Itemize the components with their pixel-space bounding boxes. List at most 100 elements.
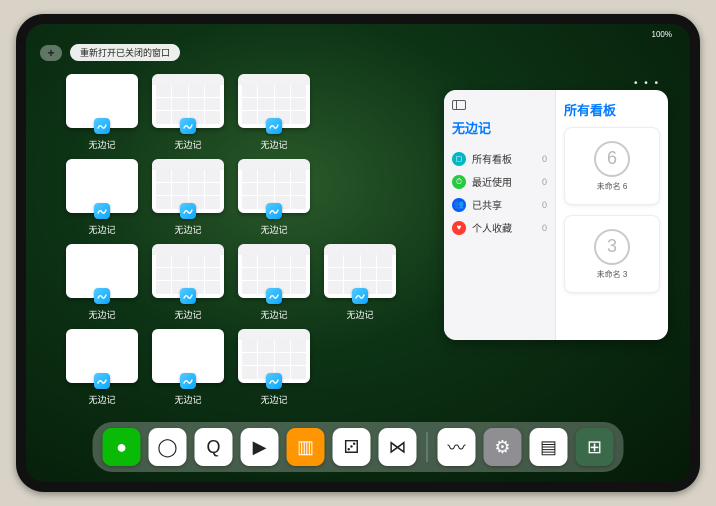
dock-settings-icon[interactable]: ⚙ xyxy=(484,428,522,466)
dock-play-icon[interactable]: ▶ xyxy=(241,428,279,466)
freeform-app-icon xyxy=(266,118,282,134)
sidebar-item-count: 0 xyxy=(542,200,547,210)
app-window-label: 无边记 xyxy=(260,138,287,151)
sidebar-item-label: 所有看板 xyxy=(472,151,542,166)
app-window-card[interactable]: 无边记 xyxy=(152,329,224,406)
window-thumbnail[interactable] xyxy=(238,159,310,213)
dock-books-icon[interactable]: ▥ xyxy=(287,428,325,466)
reopen-window-pill[interactable]: 重新打开已关闭的窗口 xyxy=(70,44,180,61)
new-window-button[interactable]: + xyxy=(40,45,62,61)
app-window-label: 无边记 xyxy=(88,138,115,151)
panel-right-title: 所有看板 xyxy=(564,100,660,119)
app-window-card[interactable]: 无边记 xyxy=(66,74,138,151)
sidebar-item-count: 0 xyxy=(542,177,547,187)
app-window-label: 无边记 xyxy=(260,393,287,406)
app-window-label: 无边记 xyxy=(88,308,115,321)
window-thumbnail[interactable] xyxy=(66,74,138,128)
window-thumbnail[interactable] xyxy=(152,159,224,213)
freeform-app-icon xyxy=(94,288,110,304)
board-thumbnail: 6 xyxy=(594,141,630,177)
panel-sidebar: 无边记 ◻所有看板0⏱最近使用0👥已共享0♥个人收藏0 xyxy=(444,90,556,340)
app-window-card[interactable]: 无边记 xyxy=(152,74,224,151)
app-window-card[interactable]: 无边记 xyxy=(238,244,310,321)
app-window-card[interactable]: 无边记 xyxy=(238,329,310,406)
app-window-card[interactable]: 无边记 xyxy=(238,159,310,236)
app-window-label: 无边记 xyxy=(260,223,287,236)
app-window-card[interactable]: 无边记 xyxy=(324,244,396,321)
app-window-label: 无边记 xyxy=(346,308,373,321)
dock-qqbrowser-icon[interactable]: Q xyxy=(195,428,233,466)
freeform-app-icon xyxy=(180,288,196,304)
ipad-frame: 100% + 重新打开已关闭的窗口 无边记无边记无边记无边记无边记无边记无边记无… xyxy=(16,14,700,492)
sidebar-item-label: 已共享 xyxy=(472,197,542,212)
freeform-app-icon xyxy=(94,373,110,389)
window-thumbnail[interactable] xyxy=(238,329,310,383)
dock-dice-icon[interactable]: ⚂ xyxy=(333,428,371,466)
window-thumbnail[interactable] xyxy=(66,329,138,383)
screen: 100% + 重新打开已关闭的窗口 无边记无边记无边记无边记无边记无边记无边记无… xyxy=(26,24,690,482)
sidebar-item-icon: ◻ xyxy=(452,152,466,166)
sidebar-item-count: 0 xyxy=(542,223,547,233)
app-window-label: 无边记 xyxy=(260,308,287,321)
sidebar-item[interactable]: 👥 已共享0 xyxy=(452,193,547,216)
dock-separator xyxy=(427,432,428,462)
app-window-card[interactable]: 无边记 xyxy=(152,244,224,321)
freeform-app-icon xyxy=(94,203,110,219)
panel-more-icon[interactable]: • • • xyxy=(634,78,660,89)
window-thumbnail[interactable] xyxy=(324,244,396,298)
sidebar-item-count: 0 xyxy=(542,154,547,164)
app-window-label: 无边记 xyxy=(88,393,115,406)
app-window-label: 无边记 xyxy=(174,223,201,236)
app-window-card[interactable]: 无边记 xyxy=(66,329,138,406)
window-thumbnail[interactable] xyxy=(238,244,310,298)
freeform-app-icon xyxy=(180,373,196,389)
app-switcher-grid: 无边记无边记无边记无边记无边记无边记无边记无边记无边记无边记无边记无边记无边记 xyxy=(66,74,406,406)
dock-notes-icon[interactable]: ▤ xyxy=(530,428,568,466)
app-window-card[interactable]: 无边记 xyxy=(152,159,224,236)
freeform-app-icon xyxy=(266,373,282,389)
window-thumbnail[interactable] xyxy=(66,159,138,213)
board-caption: 未命名 6 xyxy=(597,181,628,192)
window-thumbnail[interactable] xyxy=(152,74,224,128)
app-window-card[interactable]: 无边记 xyxy=(238,74,310,151)
sidebar-item-icon: ⏱ xyxy=(452,175,466,189)
sidebar-item[interactable]: ♥ 个人收藏0 xyxy=(452,216,547,239)
window-thumbnail[interactable] xyxy=(238,74,310,128)
dock-connect-icon[interactable]: ⋈ xyxy=(379,428,417,466)
dock-app-library-icon[interactable]: ⊞ xyxy=(576,428,614,466)
sidebar-item-icon: 👥 xyxy=(452,198,466,212)
sidebar-item[interactable]: ◻ 所有看板0 xyxy=(452,147,547,170)
freeform-app-icon xyxy=(266,203,282,219)
panel-content: 所有看板 6 未命名 6 3 未命名 3 xyxy=(556,90,668,340)
dock-wechat-icon[interactable]: ● xyxy=(103,428,141,466)
sidebar-toggle-icon[interactable] xyxy=(452,100,466,110)
board-thumbnail: 3 xyxy=(594,229,630,265)
app-window-label: 无边记 xyxy=(174,138,201,151)
freeform-app-icon xyxy=(94,118,110,134)
freeform-app-icon xyxy=(180,118,196,134)
sidebar-item-label: 最近使用 xyxy=(472,174,542,189)
sidebar-item[interactable]: ⏱ 最近使用0 xyxy=(452,170,547,193)
window-thumbnail[interactable] xyxy=(152,329,224,383)
app-window-card[interactable]: 无边记 xyxy=(66,244,138,321)
dock-freeform-icon[interactable]: 〰 xyxy=(438,428,476,466)
status-bar: 100% xyxy=(26,30,690,44)
app-window-label: 无边记 xyxy=(174,393,201,406)
board-card[interactable]: 3 未命名 3 xyxy=(564,215,660,293)
dock-quark-icon[interactable]: ◯ xyxy=(149,428,187,466)
board-card[interactable]: 6 未命名 6 xyxy=(564,127,660,205)
freeform-app-icon xyxy=(180,203,196,219)
sidebar-item-icon: ♥ xyxy=(452,221,466,235)
app-window-label: 无边记 xyxy=(174,308,201,321)
status-right: 100% xyxy=(652,30,672,44)
freeform-app-icon xyxy=(352,288,368,304)
dock: ●◯Q▶▥⚂⋈ 〰⚙▤⊞ xyxy=(93,422,624,472)
window-thumbnail[interactable] xyxy=(66,244,138,298)
app-window-card[interactable]: 无边记 xyxy=(66,159,138,236)
window-thumbnail[interactable] xyxy=(152,244,224,298)
top-bar: + 重新打开已关闭的窗口 xyxy=(40,44,180,61)
app-window-label: 无边记 xyxy=(88,223,115,236)
board-caption: 未命名 3 xyxy=(597,269,628,280)
sidebar-item-label: 个人收藏 xyxy=(472,220,542,235)
freeform-panel: 无边记 ◻所有看板0⏱最近使用0👥已共享0♥个人收藏0 所有看板 6未命名 63… xyxy=(444,90,668,340)
